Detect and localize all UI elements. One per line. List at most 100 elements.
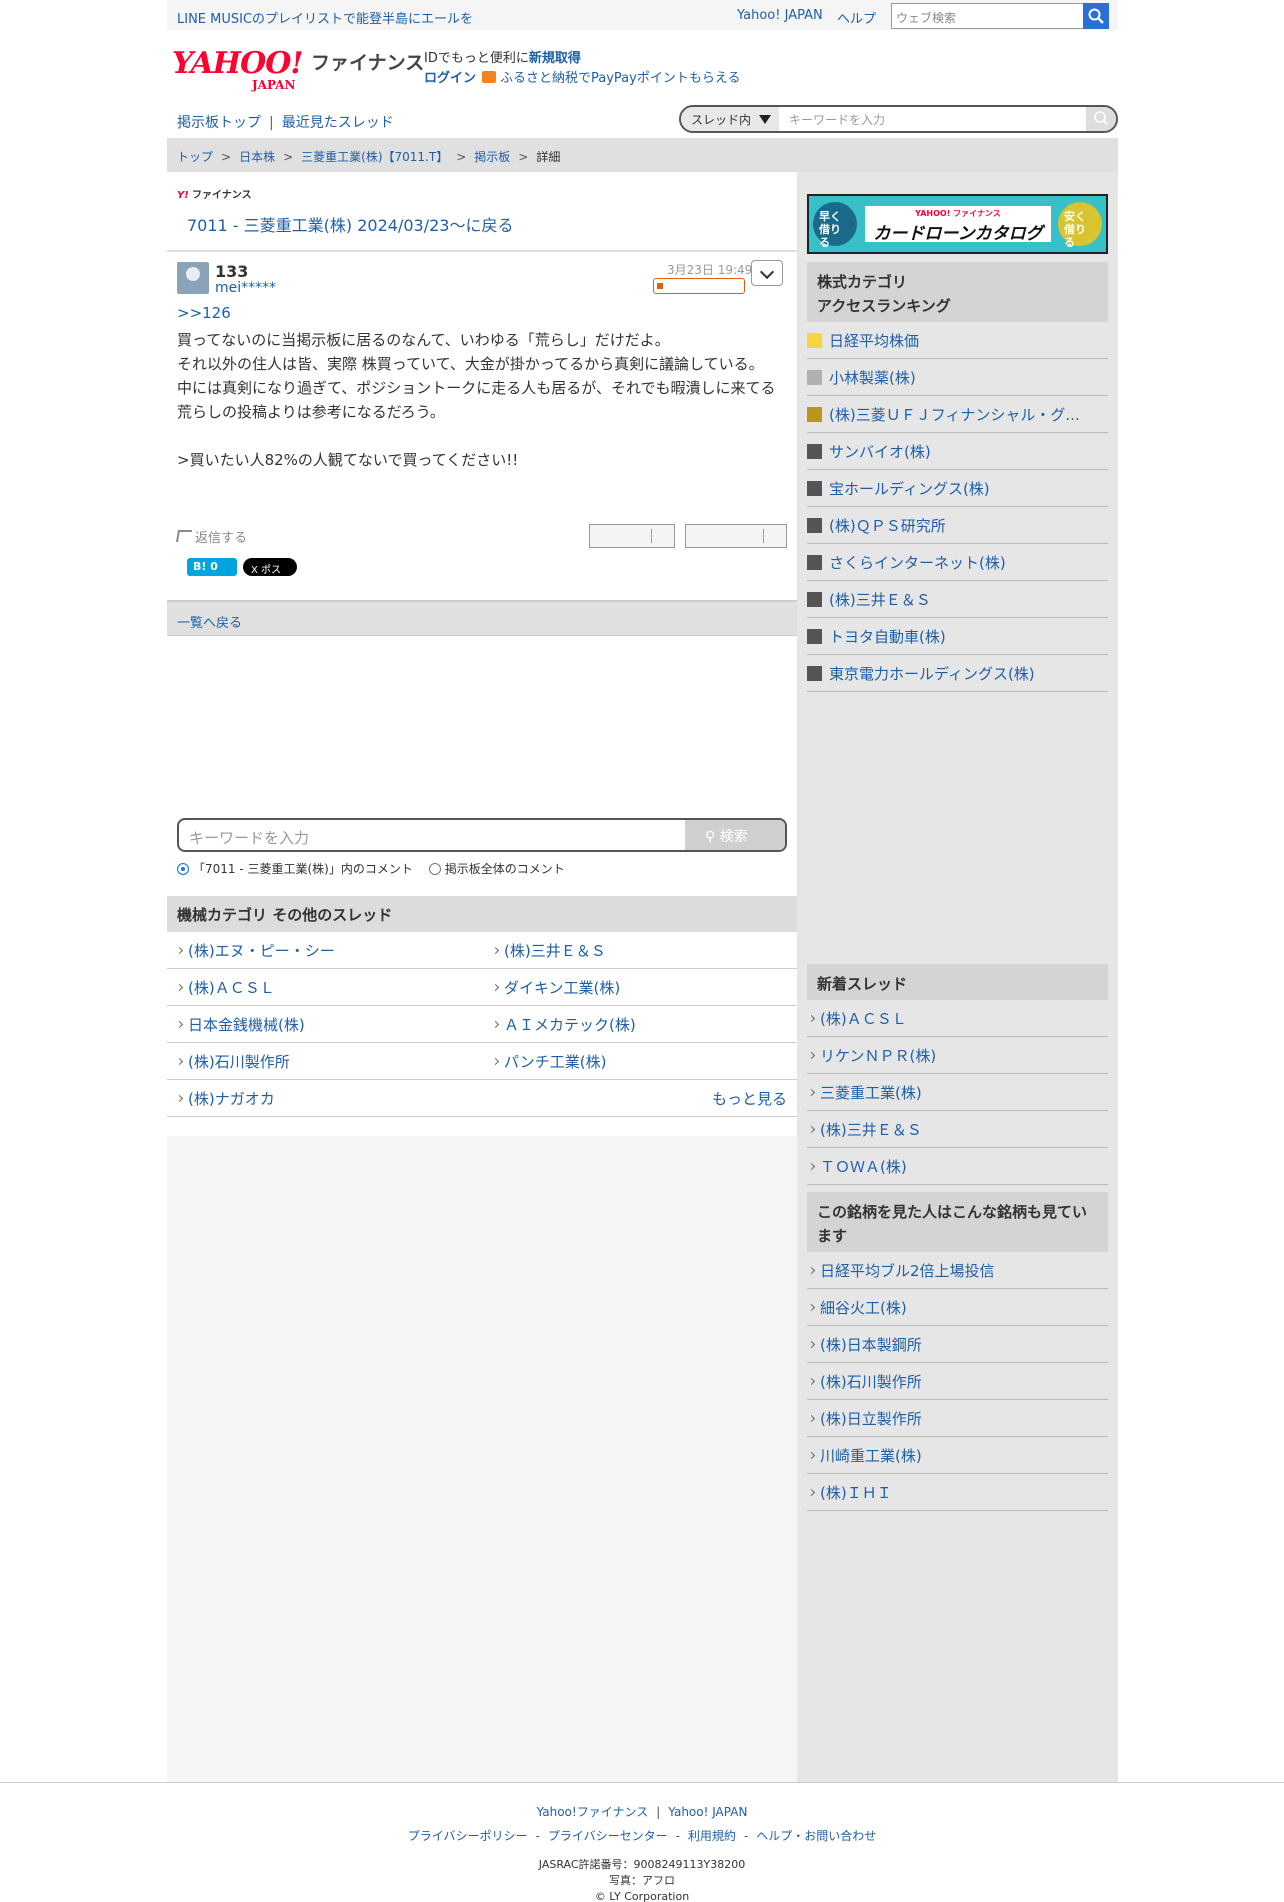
sidebar: 早く借りる YAHOO! ファイナンス カードローンカタログ 安く借りる 株式カテ… xyxy=(797,172,1118,1782)
recent-threads-link[interactable]: 最近見たスレッド xyxy=(282,115,394,131)
ranking-item[interactable]: 小林製薬(株) xyxy=(807,359,1108,396)
also-viewed-item[interactable]: 細谷火工(株) xyxy=(807,1289,1108,1326)
register-link[interactable]: 新規取得 xyxy=(529,51,581,66)
also-viewed-item[interactable]: (株)日本製鋼所 xyxy=(807,1326,1108,1363)
breadcrumb-top[interactable]: トップ xyxy=(177,150,213,164)
footer: Yahoo!ファイナンス | Yahoo! JAPAN プライバシーポリシー - プライ… xyxy=(0,1782,1284,1902)
ranking-item[interactable]: 宝ホールディングス(株) xyxy=(807,470,1108,507)
list-item[interactable]: 日本金銭機械(株) xyxy=(177,1014,305,1035)
web-search-button[interactable] xyxy=(1083,3,1109,29)
list-item[interactable]: (株)ナガオカ xyxy=(177,1088,275,1109)
footer-privacy-center[interactable]: プライバシーセンター xyxy=(548,1829,668,1843)
finance-small-logo: Y! ファイナンス xyxy=(177,190,252,201)
new-thread-item[interactable]: 三菱重工業(株) xyxy=(807,1074,1108,1111)
post-number: 133 xyxy=(215,262,249,281)
footer-help[interactable]: ヘルプ・お問い合わせ xyxy=(756,1829,876,1843)
post-menu-button[interactable] xyxy=(751,260,783,286)
dislike-button[interactable] xyxy=(685,524,787,548)
breadcrumb-current: 詳細 xyxy=(536,150,561,164)
new-thread-item[interactable]: ＴＯＷＡ(株) xyxy=(807,1148,1108,1185)
hatena-bookmark-button[interactable]: B! 0 xyxy=(187,558,237,576)
radio-this-stock[interactable] xyxy=(177,863,189,875)
breadcrumb: トップ > 日本株 > 三菱重工業(株)【7011.T】 > 掲示板 > 詳細 xyxy=(167,138,1118,172)
help-link[interactable]: ヘルプ xyxy=(837,8,876,27)
comment-search-button[interactable]: ⚲ 検索 xyxy=(685,820,785,850)
card-loan-ad[interactable]: 早く借りる YAHOO! ファイナンス カードローンカタログ 安く借りる xyxy=(807,194,1108,254)
thread-search-input[interactable]: キーワードを入力 xyxy=(789,111,885,128)
also-viewed-list: 日経平均ブル2倍上場投信 細谷火工(株) (株)日本製鋼所 (株)石川製作所 (株)日立… xyxy=(807,1252,1108,1511)
breadcrumb-japan-stocks[interactable]: 日本株 xyxy=(239,150,275,164)
ranking-item[interactable]: (株)三井Ｅ＆Ｓ xyxy=(807,581,1108,618)
rank-square-icon xyxy=(807,518,822,533)
reply-reference-link[interactable]: >>126 xyxy=(177,304,231,322)
comment-search: キーワードを入力 ⚲ 検索 xyxy=(177,818,787,852)
breadcrumb-stock[interactable]: 三菱重工業(株)【7011.T】 xyxy=(301,150,448,164)
list-item[interactable]: (株)ＡＣＳＬ xyxy=(177,977,275,998)
search-scope-radios: 「7011 - 三菱重工業(株)」内のコメント 掲示板全体のコメント xyxy=(177,860,577,877)
yahoo-japan-link[interactable]: Yahoo! JAPAN xyxy=(737,8,823,23)
finance-title: ファイナンス xyxy=(311,52,425,74)
footer-yahoo-japan[interactable]: Yahoo! JAPAN xyxy=(668,1805,747,1819)
footer-terms[interactable]: 利用規約 xyxy=(688,1829,736,1843)
ranking-item[interactable]: トヨタ自動車(株) xyxy=(807,618,1108,655)
footer-yahoo-finance[interactable]: Yahoo!ファイナンス xyxy=(537,1805,649,1819)
cart-icon xyxy=(482,71,497,83)
footer-privacy[interactable]: プライバシーポリシー xyxy=(408,1829,528,1843)
promo-link[interactable]: LINE MUSICのプレイリストで能登半島にエールを xyxy=(177,8,473,27)
also-viewed-item[interactable]: 日経平均ブル2倍上場投信 xyxy=(807,1252,1108,1289)
ranking-item[interactable]: (株)ＱＰＳ研究所 xyxy=(807,507,1108,544)
reply-icon xyxy=(175,530,193,542)
list-item[interactable]: (株)エヌ・ピー・シー xyxy=(177,940,335,961)
x-post-button[interactable]: X ポスト xyxy=(243,558,297,591)
ranking-item[interactable]: (株)三菱ＵＦＪフィナンシャル・グ... xyxy=(807,396,1108,433)
reply-button[interactable]: 返信する xyxy=(175,527,247,546)
list-item[interactable]: (株)石川製作所 xyxy=(177,1051,290,1072)
rank-square-icon xyxy=(807,444,822,459)
also-viewed-item[interactable]: (株)日立製作所 xyxy=(807,1400,1108,1437)
ranking-item[interactable]: 日経平均株価 xyxy=(807,322,1108,359)
board-top-link[interactable]: 掲示板トップ xyxy=(177,115,261,131)
search-icon xyxy=(1094,111,1108,125)
sentiment-meter xyxy=(653,278,745,294)
rank-square-icon xyxy=(807,370,822,385)
ranking-item[interactable]: サンバイオ(株) xyxy=(807,433,1108,470)
chevron-down-icon xyxy=(759,115,771,124)
other-threads-heading: 機械カテゴリ その他のスレッド xyxy=(167,896,797,932)
furusato-link[interactable]: ふるさと納税でPayPayポイントもらえる xyxy=(500,71,740,86)
other-threads-list: (株)エヌ・ピー・シー (株)三井Ｅ＆Ｓ (株)ＡＣＳＬ ダイキン工業(株) 日本金… xyxy=(167,932,797,1117)
post-date: 3月23日 19:49 xyxy=(667,263,753,277)
new-threads-list: (株)ＡＣＳＬ リケンＮＰＲ(株) 三菱重工業(株) (株)三井Ｅ＆Ｓ ＴＯＷＡ(株) xyxy=(807,1000,1108,1185)
ranking-item[interactable]: 東京電力ホールディングス(株) xyxy=(807,655,1108,692)
new-thread-item[interactable]: リケンＮＰＲ(株) xyxy=(807,1037,1108,1074)
rank-square-icon xyxy=(807,481,822,496)
also-viewed-item[interactable]: 川崎重工業(株) xyxy=(807,1437,1108,1474)
back-to-list-link[interactable]: 一覧へ戻る xyxy=(167,600,797,636)
more-threads-link[interactable]: もっと見る xyxy=(712,1088,787,1109)
header: YAHOO! JAPAN ファイナンス IDでもっと便利に新規取得 ログイン ふる… xyxy=(167,30,1118,133)
back-to-thread-link[interactable]: 7011 - 三菱重工業(株) 2024/03/23〜に戻る xyxy=(187,212,513,236)
post-author[interactable]: mei***** xyxy=(215,280,276,296)
top-bar: LINE MUSICのプレイリストで能登半島にエールを Yahoo! JAPAN… xyxy=(167,0,1118,30)
list-item[interactable]: (株)三井Ｅ＆Ｓ xyxy=(493,940,606,961)
new-thread-item[interactable]: (株)三井Ｅ＆Ｓ xyxy=(807,1111,1108,1148)
new-thread-item[interactable]: (株)ＡＣＳＬ xyxy=(807,1000,1108,1037)
like-button[interactable] xyxy=(589,524,675,548)
radio-all-boards[interactable] xyxy=(428,863,441,875)
also-viewed-heading: この銘柄を見た人はこんな銘柄も見ています xyxy=(807,1192,1108,1252)
login-link[interactable]: ログイン xyxy=(424,71,476,86)
list-item[interactable]: パンチ工業(株) xyxy=(493,1051,606,1072)
list-item[interactable]: ダイキン工業(株) xyxy=(493,977,620,998)
list-item[interactable]: ＡＩメカテック(株) xyxy=(493,1014,636,1035)
yahoo-logo[interactable]: YAHOO! JAPAN xyxy=(172,46,310,92)
also-viewed-item[interactable]: (株)石川製作所 xyxy=(807,1363,1108,1400)
ranking-item[interactable]: さくらインターネット(株) xyxy=(807,544,1108,581)
photo-credit: 写真：アフロ xyxy=(609,1874,675,1887)
comment-search-input[interactable]: キーワードを入力 xyxy=(189,827,309,848)
search-scope-select[interactable]: スレッド内 xyxy=(681,107,779,131)
web-search-input[interactable]: ウェブ検索 xyxy=(891,3,1109,29)
sub-nav: 掲示板トップ | 最近見たスレッド xyxy=(177,115,394,131)
thread-search-button[interactable] xyxy=(1086,107,1116,131)
also-viewed-item[interactable]: (株)ＩＨＩ xyxy=(807,1474,1108,1511)
rank-square-icon xyxy=(807,666,822,681)
breadcrumb-board[interactable]: 掲示板 xyxy=(474,150,510,164)
